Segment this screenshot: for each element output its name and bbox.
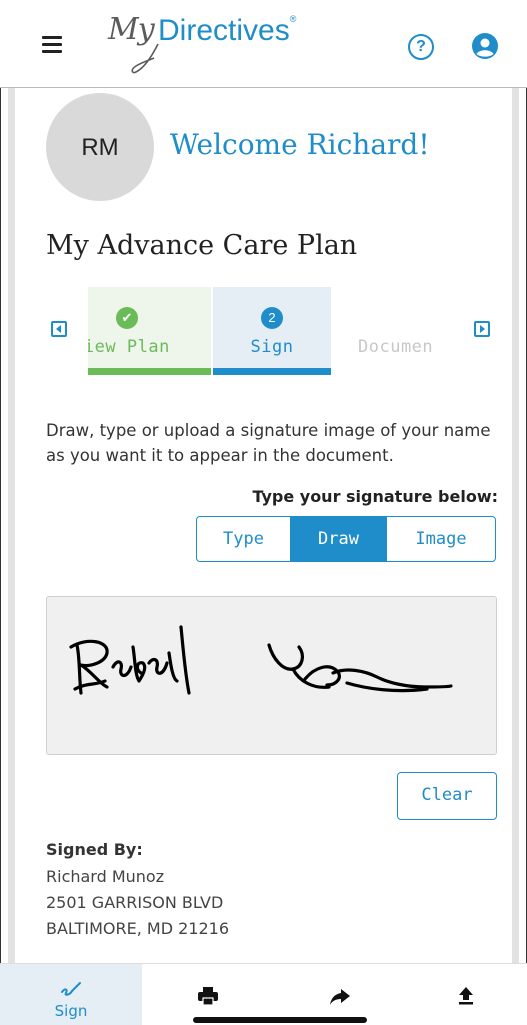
user-account-icon[interactable] — [471, 32, 499, 60]
signed-by-label: Signed By: — [46, 840, 143, 859]
step-progress-bar — [88, 368, 211, 375]
step-progress-bar — [213, 368, 331, 375]
avatar[interactable]: RM — [46, 93, 154, 201]
bottom-tab-bar: Sign — [0, 963, 527, 1025]
tab-share[interactable] — [274, 964, 406, 1025]
mydirectives-logo[interactable]: My Directives® — [108, 6, 338, 76]
signer-address-line2: BALTIMORE, MD 21216 — [46, 919, 230, 938]
home-indicator — [193, 1017, 367, 1023]
mode-type-button[interactable]: Type — [197, 517, 291, 561]
share-arrow-icon — [330, 989, 350, 1005]
step-complete-check-icon: ✔ — [116, 307, 138, 329]
stepper-prev-arrow-icon[interactable] — [51, 321, 67, 337]
help-question-icon[interactable]: ? — [408, 34, 434, 60]
step-label: view Plan — [88, 337, 170, 357]
signer-name: Richard Munoz — [46, 867, 165, 886]
sign-instructions: Draw, type or upload a signature image o… — [46, 421, 491, 465]
tab-upload[interactable] — [400, 964, 527, 1025]
upload-icon — [459, 987, 473, 1005]
print-icon — [198, 987, 218, 1006]
mode-draw-button[interactable]: Draw — [291, 517, 386, 561]
welcome-message: Welcome Richard! — [170, 128, 430, 161]
mode-image-button[interactable]: Image — [386, 517, 495, 561]
app-header: My Directives® ? — [0, 0, 527, 88]
tab-print[interactable] — [142, 964, 274, 1025]
step-review-plan[interactable]: ✔ view Plan — [88, 287, 211, 375]
progress-stepper: ✔ view Plan 2 Sign Documen — [88, 287, 456, 375]
page-title: My Advance Care Plan — [46, 230, 358, 261]
step-label: Documen — [358, 337, 434, 357]
clear-signature-button[interactable]: Clear — [397, 772, 497, 820]
signature-draw-pad[interactable] — [46, 596, 497, 755]
tab-sign-label: Sign — [54, 1002, 88, 1020]
stepper-next-arrow-icon[interactable] — [474, 321, 490, 337]
step-documents[interactable]: Documen — [333, 287, 456, 375]
step-number-badge: 2 — [261, 307, 283, 329]
drawn-signature — [69, 625, 453, 695]
signer-address-line1: 2501 GARRISON BLVD — [46, 893, 224, 912]
step-label: Sign — [250, 337, 294, 357]
step-sign[interactable]: 2 Sign — [213, 287, 331, 375]
hamburger-menu-icon[interactable] — [42, 36, 68, 56]
tab-sign[interactable]: Sign — [0, 964, 142, 1025]
signature-icon — [61, 982, 81, 996]
content-rail-left — [8, 88, 15, 963]
signature-mode-toggle: Type Draw Image — [196, 516, 496, 562]
logo-swirl-icon — [131, 43, 159, 74]
content-rail-right — [512, 88, 519, 963]
signature-heading: Type your signature below: — [252, 487, 498, 506]
